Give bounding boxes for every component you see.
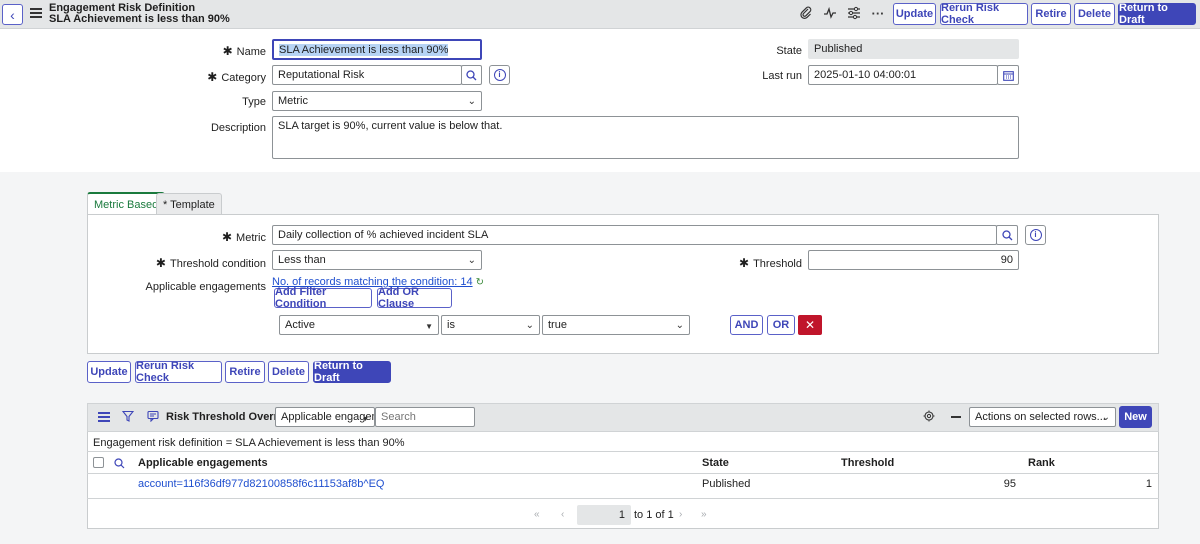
category-info-button[interactable]: i [489,65,510,85]
threshold-condition-select[interactable]: Less than ⌄ [272,250,482,270]
update-button[interactable]: Update [893,3,936,25]
search-icon [1001,229,1012,240]
rerun-risk-check-button[interactable]: Rerun Risk Check [940,2,1028,26]
close-icon: ✕ [804,318,816,332]
collapse-icon[interactable] [951,416,961,418]
caret-down-icon: ▼ [362,416,369,423]
applicable-engagements-label: Applicable engagements [145,281,266,293]
metric-label: ✱ Metric [221,230,266,244]
metric-lookup-button[interactable] [996,225,1018,245]
chevron-down-icon: ⌄ [467,255,476,266]
description-field[interactable]: SLA target is 90%, current value is belo… [272,116,1019,159]
return-to-draft-button[interactable]: Return to Draft [1118,2,1196,26]
delete-button[interactable]: Delete [1074,3,1115,25]
activity-icon[interactable] [822,6,838,22]
new-button[interactable]: New [1119,406,1152,428]
info-icon: i [493,69,506,81]
settings-sliders-icon[interactable] [846,6,862,22]
condition-operator-select[interactable]: is ⌄ [441,315,540,335]
next-page-icon[interactable]: › [679,509,682,520]
condition-field-select[interactable]: Active ▼ [279,315,439,335]
last-run-field[interactable]: 2025-01-10 04:00:01 [808,65,998,85]
column-search-icon[interactable] [114,457,125,472]
list-search-input[interactable] [375,407,475,427]
more-icon[interactable]: ··· [870,6,886,22]
last-page-icon[interactable]: » [701,509,707,520]
row-engagement-link[interactable]: account=116f36df977d82100858f6c11153af8b… [138,478,384,490]
menu-icon[interactable] [30,8,42,20]
column-header-rank[interactable]: Rank [1028,457,1055,469]
last-run-label: Last run [762,70,802,82]
row-threshold: 95 [1003,478,1016,490]
type-select[interactable]: Metric ⌄ [272,91,482,111]
or-button[interactable]: OR [767,315,795,335]
list-breadcrumb: Engagement risk definition = SLA Achieve… [93,437,405,449]
comment-icon[interactable] [147,410,159,425]
row-rank: 1 [1145,478,1152,490]
name-field[interactable]: SLA Achievement is less than 90% [272,39,482,60]
list-menu-icon[interactable] [98,412,110,422]
page-number-input[interactable]: 1 [577,505,631,525]
divider [87,451,1159,452]
gear-icon[interactable] [923,410,935,425]
actions-select[interactable]: Actions on selected rows... ⌄ [969,407,1116,427]
category-label: ✱ Category [207,70,266,84]
category-field[interactable]: Reputational Risk [272,65,462,85]
form-title-record: SLA Achievement is less than 90% [49,13,230,25]
paperclip-icon[interactable] [798,6,814,22]
chevron-down-icon: ⌄ [1101,412,1110,423]
row-state: Published [702,478,751,490]
filter-icon[interactable] [121,410,135,425]
bottom-rerun-risk-check-button[interactable]: Rerun Risk Check [135,360,222,384]
add-or-clause-button[interactable]: Add OR Clause [377,286,452,310]
threshold-field[interactable]: 90 [808,250,1019,270]
bottom-retire-button[interactable]: Retire [225,361,265,383]
calendar-button[interactable] [997,65,1019,85]
remove-condition-button[interactable]: ✕ [798,315,822,335]
name-label: ✱ Name [222,44,266,58]
type-label: Type [242,96,266,108]
divider [87,473,1159,474]
threshold-condition-label: ✱ Threshold condition [155,256,266,270]
add-filter-condition-button[interactable]: Add Filter Condition [274,286,372,310]
bottom-return-to-draft-button[interactable]: Return to Draft [313,360,391,384]
tab-metric-based[interactable]: Metric Based [87,192,166,215]
search-icon [466,69,477,80]
back-button[interactable]: ‹ [2,4,23,25]
state-field: Published [808,39,1019,59]
category-lookup-button[interactable] [461,65,482,85]
pagination-range: to 1 of 1 [634,509,674,521]
condition-value-select[interactable]: true ⌄ [542,315,690,335]
form-header: ‹ Engagement Risk Definition SLA Achieve… [0,0,1200,29]
chevron-down-icon: ⌄ [675,320,684,331]
tab-template[interactable]: * Template [156,193,222,215]
bottom-update-button[interactable]: Update [87,361,131,383]
back-icon: ‹ [10,6,15,23]
retire-button[interactable]: Retire [1031,3,1071,25]
column-header-state[interactable]: State [702,457,729,469]
chevron-down-icon: ⌄ [467,96,476,107]
info-icon: i [1029,229,1042,241]
column-header-engagements[interactable]: Applicable engagements [138,457,268,469]
state-label: State [776,45,802,57]
chevron-down-icon: ⌄ [525,320,534,331]
threshold-label: ✱ Threshold [739,256,802,270]
caret-down-icon: ▼ [425,322,433,331]
and-button[interactable]: AND [730,315,763,335]
first-page-icon[interactable]: « [534,509,540,520]
divider [87,498,1159,499]
select-all-checkbox[interactable] [93,457,104,468]
previous-page-icon[interactable]: ‹ [561,509,564,520]
description-label: Description [210,122,266,134]
bottom-delete-button[interactable]: Delete [268,361,309,383]
metric-field[interactable]: Daily collection of % achieved incident … [272,225,997,245]
refresh-icon[interactable]: ↻ [476,277,484,288]
list-filter-select[interactable]: Applicable engagem ▼ [275,407,375,427]
calendar-icon [1002,70,1014,81]
column-header-threshold[interactable]: Threshold [841,457,894,469]
metric-info-button[interactable]: i [1025,225,1046,245]
